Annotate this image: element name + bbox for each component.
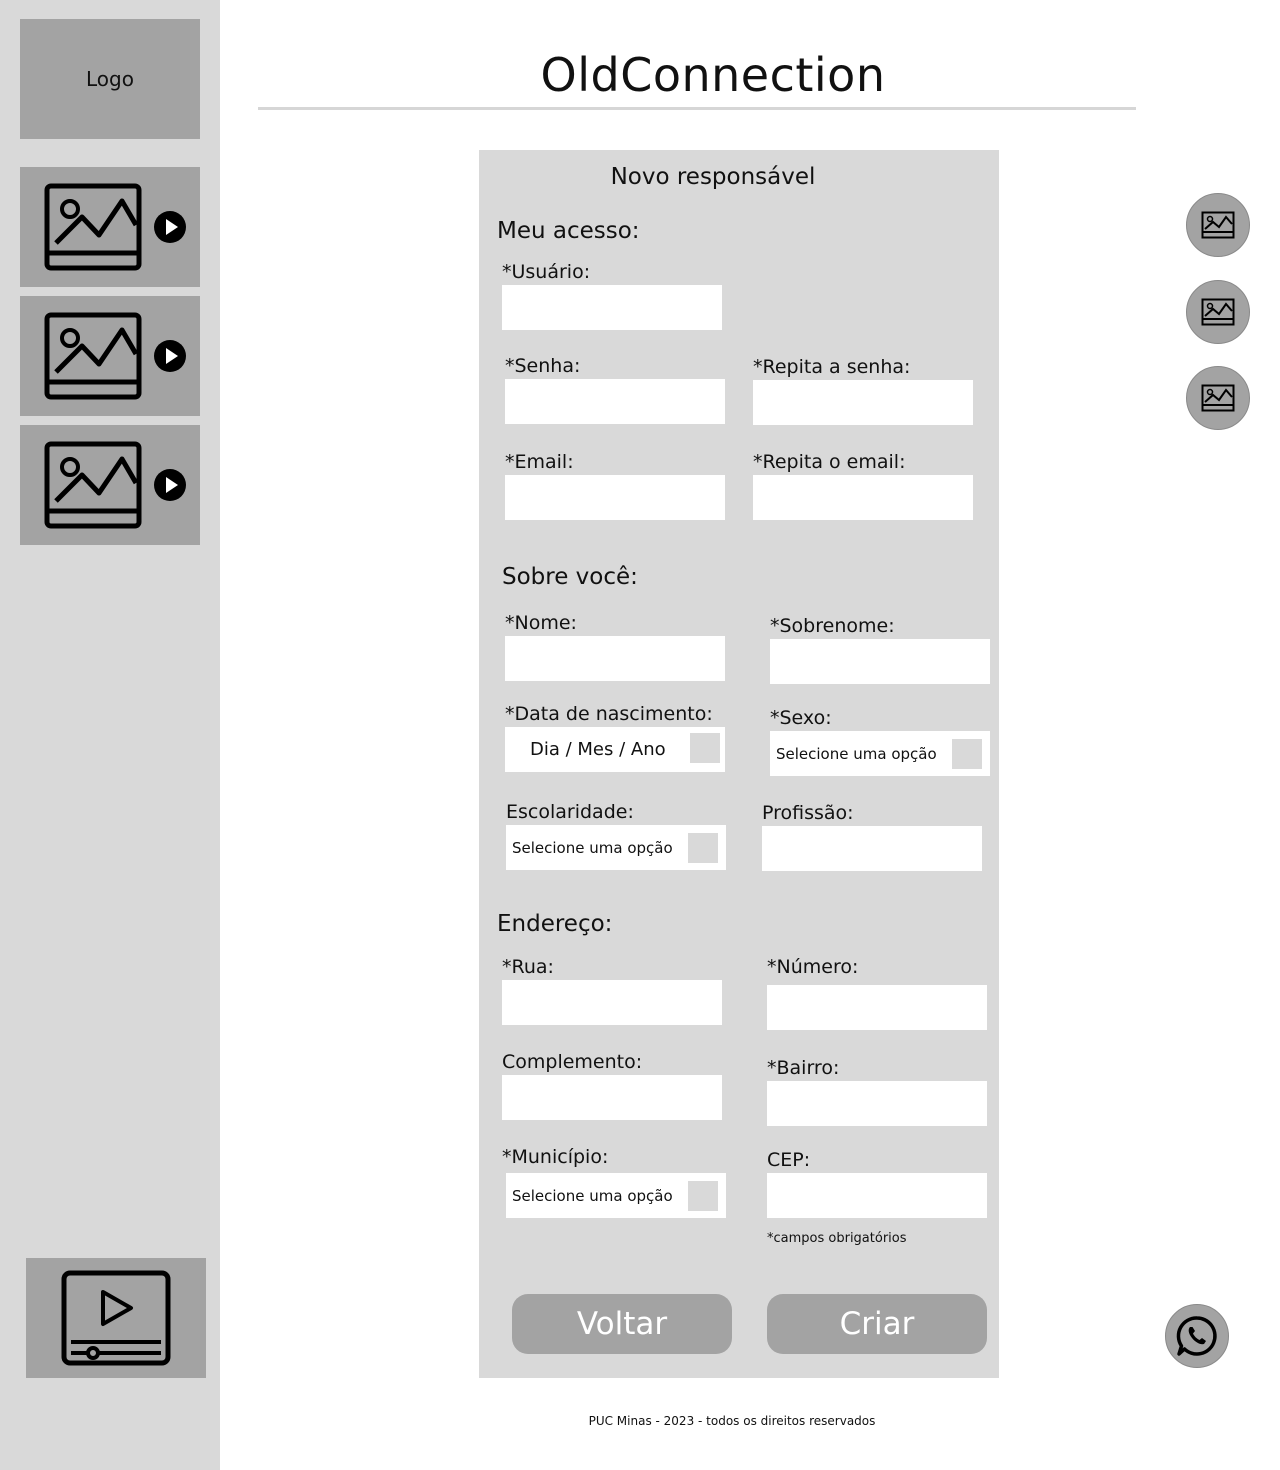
birth-date-picker[interactable]: Dia / Mes / Ano xyxy=(505,727,725,772)
password-repeat-input[interactable] xyxy=(753,380,973,425)
play-icon[interactable] xyxy=(153,468,187,502)
media-card-2[interactable] xyxy=(20,296,200,416)
birth-date-label: *Data de nascimento: xyxy=(505,703,713,725)
image-button-2[interactable] xyxy=(1186,280,1250,344)
new-guardian-form: Novo responsável Meu acesso: *Usuário: *… xyxy=(479,150,999,1378)
education-select-value: Selecione uma opção xyxy=(512,838,673,857)
image-icon xyxy=(1201,211,1235,239)
image-icon xyxy=(44,183,142,271)
city-select[interactable]: Selecione uma opção xyxy=(506,1173,726,1218)
image-icon xyxy=(1201,384,1235,412)
sex-select[interactable]: Selecione uma opção xyxy=(770,731,990,776)
street-label: *Rua: xyxy=(502,956,554,978)
required-fields-note: *campos obrigatórios xyxy=(767,1231,907,1246)
education-label: Escolaridade: xyxy=(506,801,634,823)
district-label: *Bairro: xyxy=(767,1057,840,1079)
video-player-button[interactable] xyxy=(26,1258,206,1378)
sex-dropdown-button[interactable] xyxy=(952,739,982,769)
city-select-value: Selecione uma opção xyxy=(512,1186,673,1205)
media-card-3[interactable] xyxy=(20,425,200,545)
image-button-3[interactable] xyxy=(1186,366,1250,430)
district-input[interactable] xyxy=(767,1081,987,1126)
complement-label: Complemento: xyxy=(502,1051,643,1073)
zip-input[interactable] xyxy=(767,1173,987,1218)
sex-label: *Sexo: xyxy=(770,707,832,729)
last-name-label: *Sobrenome: xyxy=(770,615,895,637)
complement-input[interactable] xyxy=(502,1075,722,1120)
first-name-input[interactable] xyxy=(505,636,725,681)
first-name-label: *Nome: xyxy=(505,612,577,634)
sidebar: Logo xyxy=(0,0,220,1470)
about-heading: Sobre você: xyxy=(502,564,638,590)
street-input[interactable] xyxy=(502,980,722,1025)
profession-label: Profissão: xyxy=(762,802,854,824)
education-select[interactable]: Selecione uma opção xyxy=(506,825,726,870)
password-input[interactable] xyxy=(505,379,725,424)
number-input[interactable] xyxy=(767,985,987,1030)
profession-input[interactable] xyxy=(762,826,982,871)
city-label: *Município: xyxy=(502,1146,609,1168)
image-icon xyxy=(1201,298,1235,326)
calendar-dropdown-button[interactable] xyxy=(690,733,720,763)
image-button-1[interactable] xyxy=(1186,193,1250,257)
user-input[interactable] xyxy=(502,285,722,330)
media-card-1[interactable] xyxy=(20,167,200,287)
email-repeat-label: *Repita o email: xyxy=(753,451,906,473)
back-button[interactable]: Voltar xyxy=(512,1294,732,1354)
city-dropdown-button[interactable] xyxy=(688,1181,718,1211)
access-heading: Meu acesso: xyxy=(497,218,640,244)
whatsapp-icon xyxy=(1176,1316,1217,1356)
form-title: Novo responsável xyxy=(610,164,816,190)
footer-text: PUC Minas - 2023 - todos os direitos res… xyxy=(588,1414,876,1428)
email-repeat-input[interactable] xyxy=(753,475,973,520)
sex-select-value: Selecione uma opção xyxy=(776,744,937,763)
logo[interactable]: Logo xyxy=(20,19,200,139)
whatsapp-button[interactable] xyxy=(1165,1304,1229,1368)
site-title: OldConnection xyxy=(540,48,886,102)
email-input[interactable] xyxy=(505,475,725,520)
image-icon xyxy=(44,312,142,400)
header-divider xyxy=(258,107,1136,110)
birth-date-placeholder: Dia / Mes / Ano xyxy=(530,739,666,760)
number-label: *Número: xyxy=(767,956,859,978)
last-name-input[interactable] xyxy=(770,639,990,684)
play-icon[interactable] xyxy=(153,339,187,373)
address-heading: Endereço: xyxy=(497,911,613,937)
image-icon xyxy=(44,441,142,529)
logo-text: Logo xyxy=(86,67,134,91)
video-player-icon xyxy=(61,1270,171,1366)
user-label: *Usuário: xyxy=(502,261,591,283)
password-repeat-label: *Repita a senha: xyxy=(753,356,911,378)
play-icon[interactable] xyxy=(153,210,187,244)
education-dropdown-button[interactable] xyxy=(688,833,718,863)
zip-label: CEP: xyxy=(767,1149,811,1171)
create-button[interactable]: Criar xyxy=(767,1294,987,1354)
password-label: *Senha: xyxy=(505,355,581,377)
email-label: *Email: xyxy=(505,451,574,473)
